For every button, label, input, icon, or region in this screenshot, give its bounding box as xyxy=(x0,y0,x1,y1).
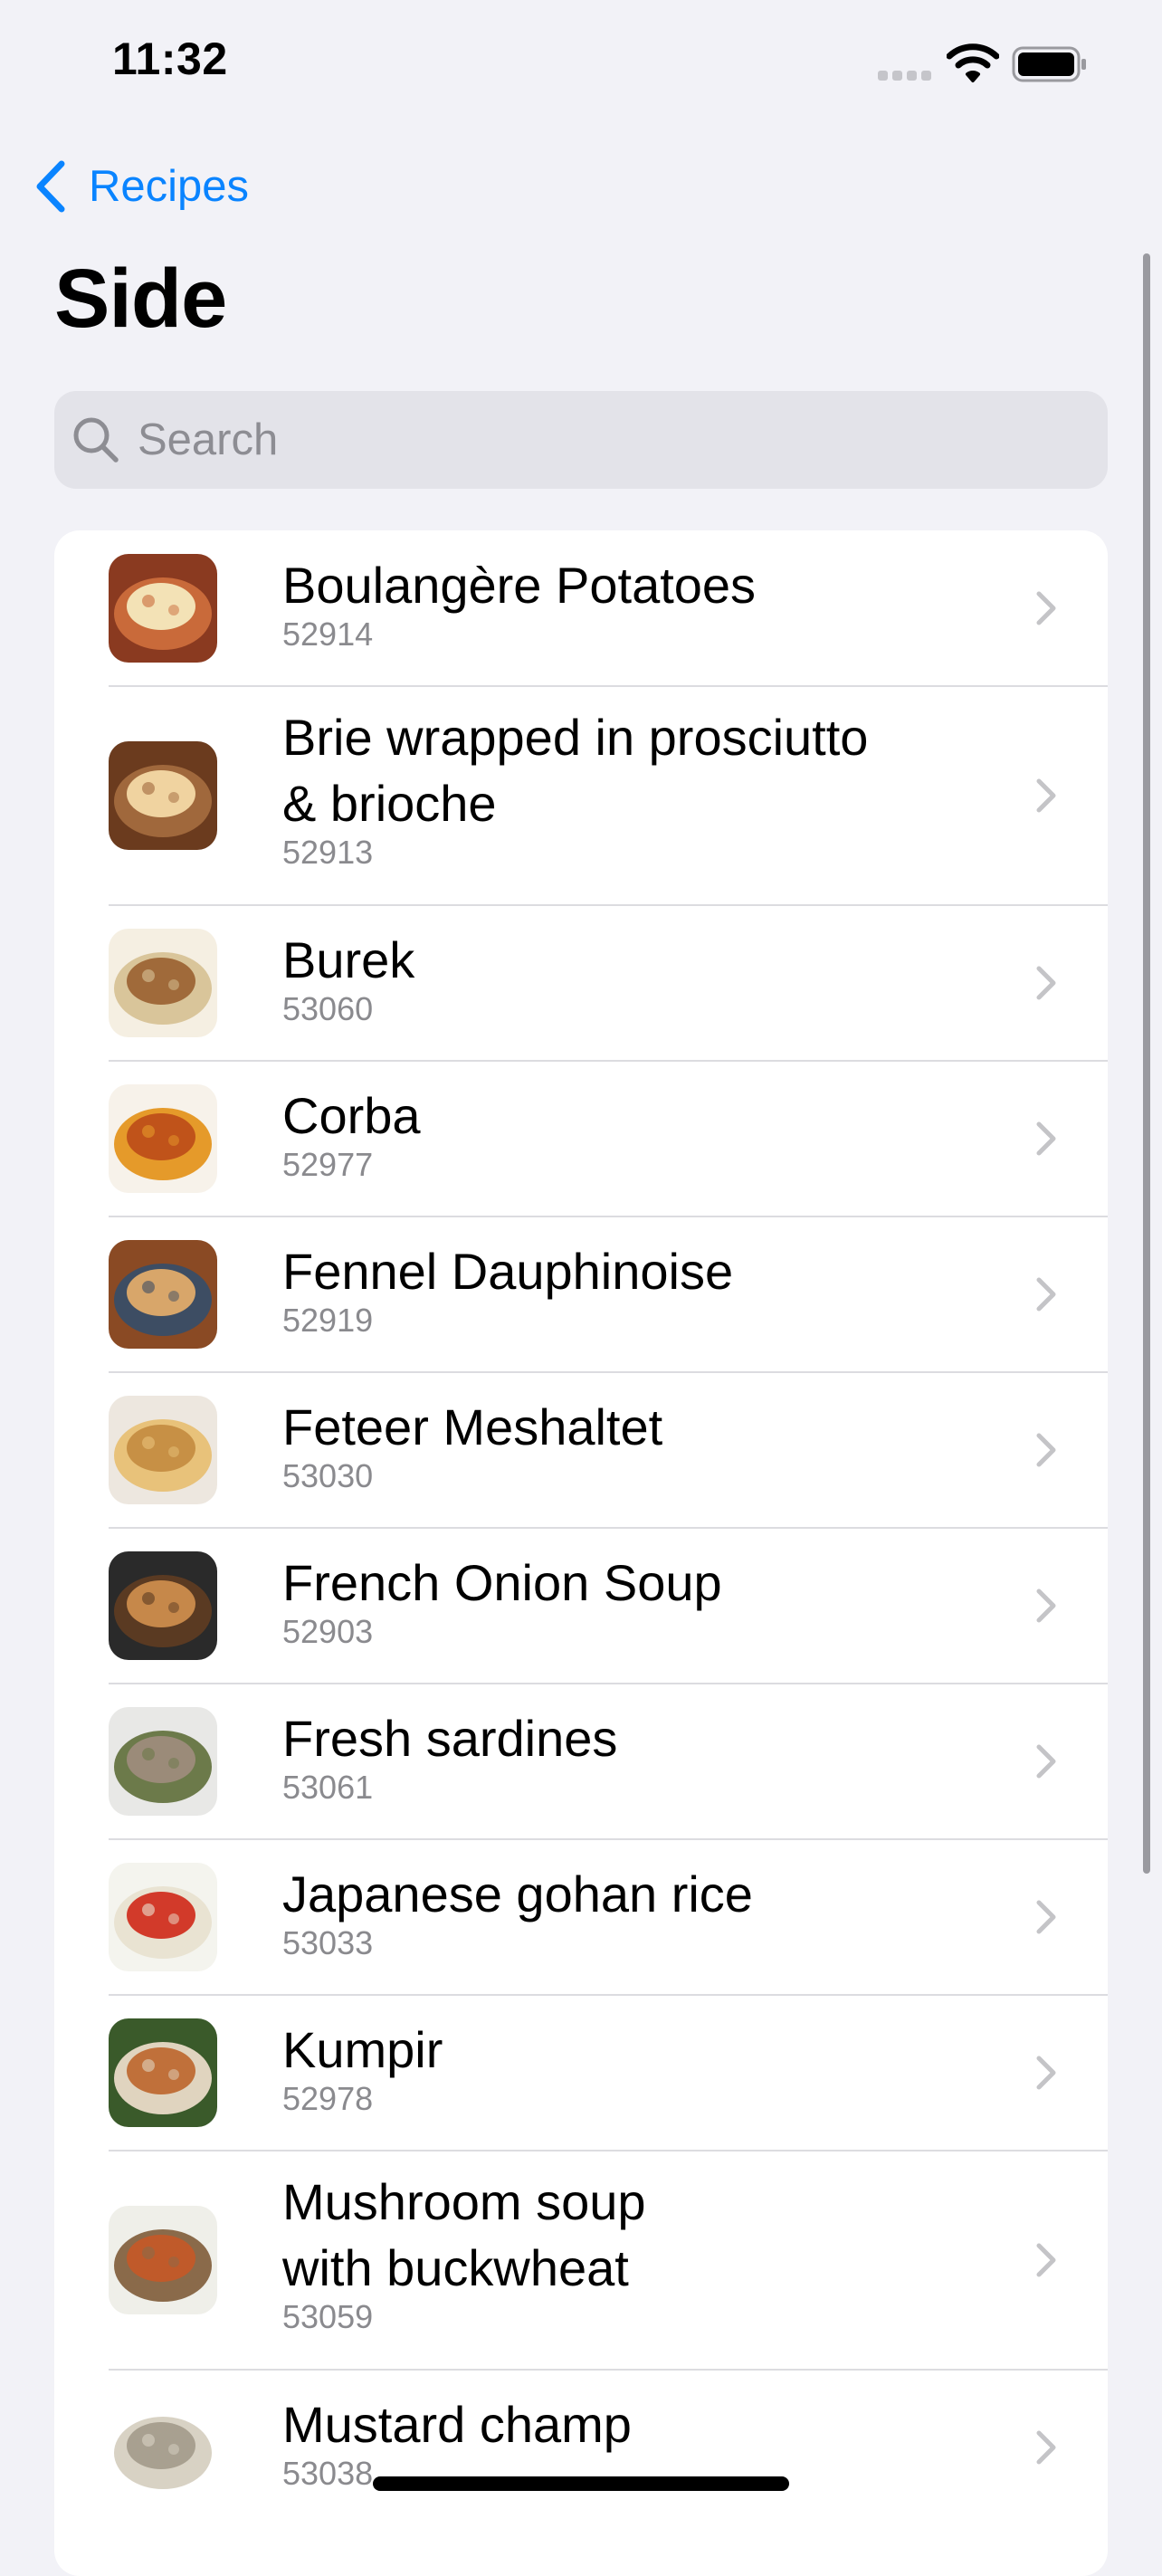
chevron-left-icon xyxy=(36,160,65,213)
chevron-right-icon xyxy=(1036,1900,1056,1934)
home-indicator[interactable] xyxy=(373,2476,789,2491)
back-button[interactable]: Recipes xyxy=(33,154,249,219)
recipe-thumbnail xyxy=(109,2018,217,2127)
recipe-row[interactable]: Feteer Meshaltet 53030 xyxy=(54,1372,1108,1528)
recipe-thumbnail xyxy=(109,2206,217,2314)
recipe-id: 53060 xyxy=(282,990,374,1027)
wifi-icon xyxy=(947,43,999,82)
chevron-right-icon xyxy=(1036,2243,1056,2277)
chevron-right-icon xyxy=(1036,1744,1056,1779)
chevron-right-icon xyxy=(1036,778,1056,813)
recipe-thumbnail xyxy=(109,1551,217,1660)
recipe-text: Mushroom soup with buckwheat 53059 xyxy=(282,2169,981,2335)
recipe-name: Brie wrapped in prosciutto & brioche xyxy=(282,709,869,832)
recipe-thumbnail xyxy=(109,1240,217,1349)
recipe-id: 53061 xyxy=(282,1769,374,1806)
battery-icon xyxy=(1012,46,1086,82)
search-bar[interactable] xyxy=(54,391,1108,489)
chevron-right-icon xyxy=(1036,2430,1056,2465)
recipe-text: Brie wrapped in prosciutto & brioche 5291… xyxy=(282,704,981,871)
recipe-name: Japanese gohan rice xyxy=(282,1865,753,1922)
recipe-row[interactable]: Kumpir 52978 xyxy=(54,1995,1108,2151)
recipe-text: Fennel Dauphinoise 52919 xyxy=(282,1238,981,1339)
page-title: Side xyxy=(54,253,227,345)
recipe-name: Corba xyxy=(282,1087,421,1144)
chevron-right-icon xyxy=(1036,591,1056,625)
chevron-right-icon xyxy=(1036,966,1056,1000)
recipe-id: 53030 xyxy=(282,1457,374,1494)
recipe-id: 53033 xyxy=(282,1924,374,1961)
recipe-text: Kumpir 52978 xyxy=(282,2017,981,2117)
recipe-id: 52977 xyxy=(282,1146,374,1183)
recipe-name: Fresh sardines xyxy=(282,1710,618,1767)
chevron-right-icon xyxy=(1036,1433,1056,1467)
recipe-text: Feteer Meshaltet 53030 xyxy=(282,1394,981,1494)
recipe-thumbnail xyxy=(109,1863,217,1971)
recipe-list: Boulangère Potatoes 52914 Brie wrapped in … xyxy=(54,530,1108,2576)
recipe-text: French Onion Soup 52903 xyxy=(282,1550,981,1650)
recipe-thumbnail xyxy=(109,929,217,1037)
status-bar: 11:32 xyxy=(0,0,1162,127)
recipe-row[interactable]: Japanese gohan rice 53033 xyxy=(54,1839,1108,1995)
recipe-text: Japanese gohan rice 53033 xyxy=(282,1861,981,1961)
recipe-row[interactable]: Corba 52977 xyxy=(54,1061,1108,1216)
recipe-name: Mustard champ xyxy=(282,2396,632,2453)
recipe-id: 52903 xyxy=(282,1613,374,1650)
recipe-row[interactable]: Mustard champ 53038 xyxy=(54,2370,1108,2525)
status-time: 11:32 xyxy=(112,33,228,84)
recipe-thumbnail xyxy=(109,1084,217,1193)
recipe-id: 53059 xyxy=(282,2298,374,2335)
recipe-row[interactable]: Mushroom soup with buckwheat 53059 xyxy=(54,2151,1108,2370)
recipe-id: 52914 xyxy=(282,615,374,653)
recipe-thumbnail xyxy=(109,1707,217,1816)
recipe-thumbnail xyxy=(109,2393,217,2502)
chevron-right-icon xyxy=(1036,1589,1056,1623)
recipe-id: 52913 xyxy=(282,834,374,871)
recipe-name: Burek xyxy=(282,931,415,988)
recipe-name: Mushroom soup with buckwheat xyxy=(282,2173,646,2296)
recipe-text: Burek 53060 xyxy=(282,927,981,1027)
chevron-right-icon xyxy=(1036,2056,1056,2090)
recipe-thumbnail xyxy=(109,741,217,850)
recipe-row[interactable]: Fennel Dauphinoise 52919 xyxy=(54,1216,1108,1372)
recipe-id: 52919 xyxy=(282,1302,374,1339)
chevron-right-icon xyxy=(1036,1121,1056,1156)
recipe-text: Corba 52977 xyxy=(282,1083,981,1183)
back-button-label: Recipes xyxy=(89,162,250,211)
recipe-name: Fennel Dauphinoise xyxy=(282,1243,734,1300)
search-input[interactable] xyxy=(136,414,1044,466)
recipe-row[interactable]: French Onion Soup 52903 xyxy=(54,1528,1108,1684)
recipe-row[interactable]: Boulangère Potatoes 52914 xyxy=(54,530,1108,686)
chevron-right-icon xyxy=(1036,1277,1056,1312)
cellular-signal-icon xyxy=(878,71,934,81)
recipe-text: Boulangère Potatoes 52914 xyxy=(282,552,981,653)
recipe-row[interactable]: Brie wrapped in prosciutto & brioche 5291… xyxy=(54,686,1108,905)
recipe-name: Kumpir xyxy=(282,2021,443,2078)
recipe-text: Fresh sardines 53061 xyxy=(282,1705,981,1806)
recipe-name: Feteer Meshaltet xyxy=(282,1398,663,1455)
recipe-thumbnail xyxy=(109,554,217,663)
recipe-name: Boulangère Potatoes xyxy=(282,557,757,614)
recipe-name: French Onion Soup xyxy=(282,1554,722,1611)
recipe-thumbnail xyxy=(109,1396,217,1504)
recipe-id: 52978 xyxy=(282,2080,374,2117)
recipe-row[interactable]: Fresh sardines 53061 xyxy=(54,1684,1108,1839)
recipe-row[interactable]: Burek 53060 xyxy=(54,905,1108,1061)
search-icon xyxy=(73,417,119,463)
scroll-indicator[interactable] xyxy=(1143,253,1150,1874)
